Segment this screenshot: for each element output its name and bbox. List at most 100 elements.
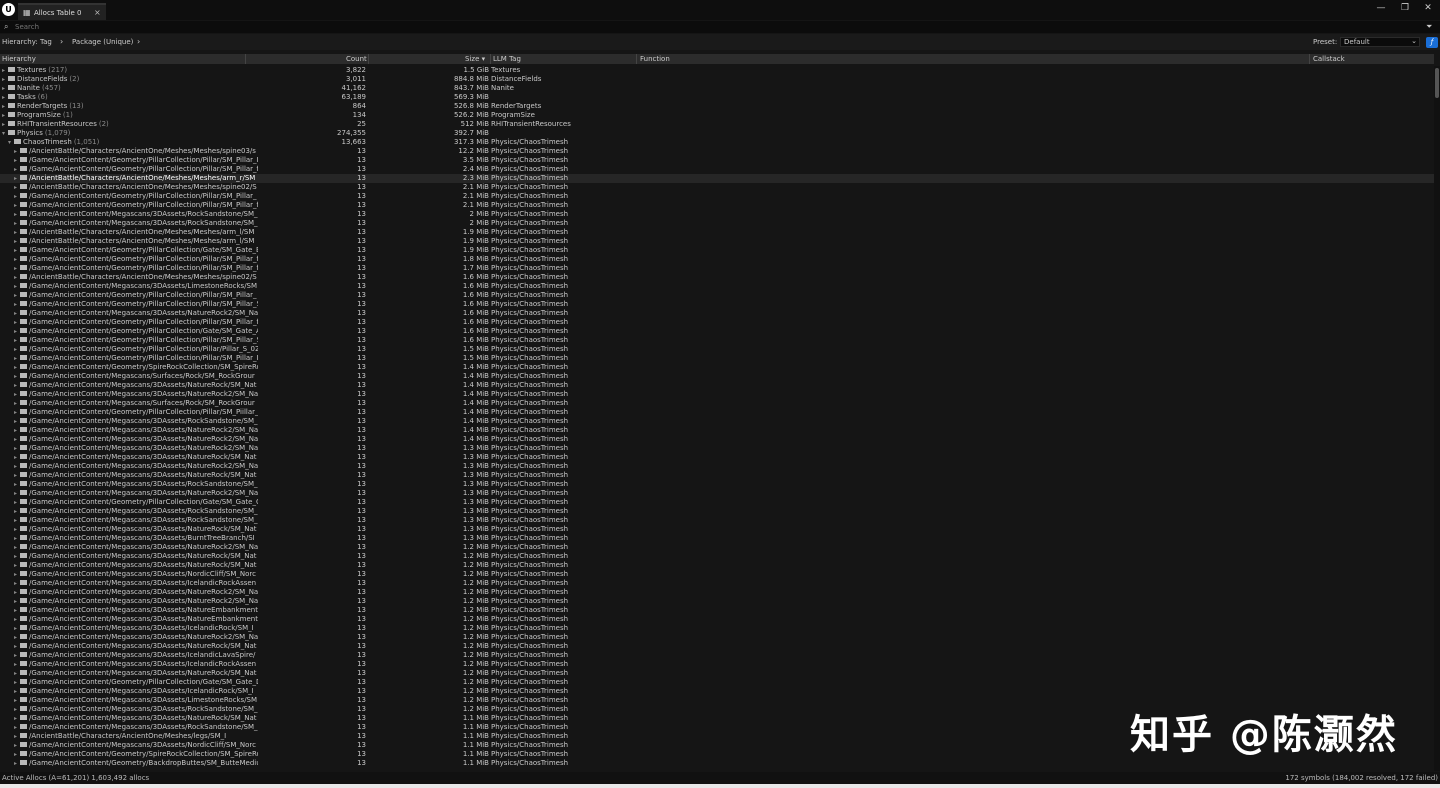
table-row[interactable]: ▸/Game/AncientContent/Geometry/PillarCol… (0, 255, 1434, 264)
table-row[interactable]: ▸/Game/AncientContent/Megascans/3DAssets… (0, 516, 1434, 525)
table-row[interactable]: ▸/Game/AncientContent/Geometry/PillarCol… (0, 165, 1434, 174)
column-function[interactable]: Function (640, 55, 670, 63)
table-row[interactable]: ▸/Game/AncientContent/Megascans/3DAssets… (0, 669, 1434, 678)
table-row[interactable]: ▸/Game/AncientContent/Geometry/PillarCol… (0, 192, 1434, 201)
table-row[interactable]: ▸/Game/AncientContent/Megascans/3DAssets… (0, 687, 1434, 696)
table-row[interactable]: ▸/Game/AncientContent/Geometry/PillarCol… (0, 408, 1434, 417)
hierarchy-item-tag[interactable]: Tag (40, 38, 52, 46)
table-row[interactable]: ▸/Game/AncientContent/Megascans/3DAssets… (0, 606, 1434, 615)
table-row[interactable]: ▸/Game/AncientContent/Geometry/PillarCol… (0, 246, 1434, 255)
table-row[interactable]: ▸/Game/AncientContent/Geometry/PillarCol… (0, 327, 1434, 336)
filter-icon[interactable]: ⏷ (1426, 22, 1432, 32)
table-row[interactable]: ▸/Game/AncientContent/Geometry/PillarCol… (0, 300, 1434, 309)
table-row[interactable]: ▸/Game/AncientContent/Megascans/3DAssets… (0, 210, 1434, 219)
hierarchy-item-package[interactable]: Package (Unique) (72, 38, 133, 46)
table-row[interactable]: ▸ RenderTargets (13) 864 526.8 MiB RenderTarg… (0, 102, 1434, 111)
table-row[interactable]: ▸/Game/AncientContent/Megascans/3DAssets… (0, 633, 1434, 642)
table-row[interactable]: ▸/Game/AncientContent/Megascans/3DAssets… (0, 435, 1434, 444)
preset-dropdown[interactable]: Default ⌄ (1340, 37, 1420, 47)
table-row[interactable]: ▸/Game/AncientContent/Megascans/3DAssets… (0, 543, 1434, 552)
restore-button[interactable]: ❐ (1398, 3, 1412, 13)
table-row[interactable]: ▸/Game/AncientContent/Geometry/PillarCol… (0, 678, 1434, 687)
table-row[interactable]: ▸/Game/AncientContent/Megascans/3DAssets… (0, 624, 1434, 633)
table-row[interactable]: ▸/Game/AncientContent/Geometry/PillarCol… (0, 156, 1434, 165)
table-row[interactable]: ▸/Game/AncientContent/Megascans/3DAssets… (0, 282, 1434, 291)
table-row[interactable]: ▸ Tasks (6) 63,189 569.3 MiB (0, 93, 1434, 102)
table-row[interactable]: ▸/Game/AncientContent/Megascans/3DAssets… (0, 660, 1434, 669)
row-size: 1.1 MiB (462, 759, 489, 767)
close-window-button[interactable]: ✕ (1421, 3, 1435, 13)
table-row[interactable]: ▸/Game/AncientContent/Megascans/3DAssets… (0, 525, 1434, 534)
minimize-button[interactable]: — (1374, 3, 1388, 13)
table-row[interactable]: ▸/AncientBattle/Characters/AncientOne/Me… (0, 273, 1434, 282)
table-row[interactable]: ▸/AncientBattle/Characters/AncientOne/Me… (0, 237, 1434, 246)
table-row[interactable]: ▾ ChaosTrimesh (1,051) 13,663 317.3 MiB Physi… (0, 138, 1434, 147)
table-row[interactable]: ▸ DistanceFields (2) 3,011 884.8 MiB Distance… (0, 75, 1434, 84)
table-row[interactable]: ▸/Game/AncientContent/Geometry/PillarCol… (0, 336, 1434, 345)
column-divider[interactable] (1309, 54, 1310, 64)
column-divider[interactable] (245, 54, 246, 64)
table-row[interactable]: ▸/Game/AncientContent/Megascans/3DAssets… (0, 309, 1434, 318)
table-row[interactable]: ▸/Game/AncientContent/Megascans/3DAssets… (0, 534, 1434, 543)
table-row[interactable]: ▸/Game/AncientContent/Megascans/3DAssets… (0, 642, 1434, 651)
vertical-scrollbar[interactable] (1434, 66, 1440, 771)
search-input[interactable] (15, 21, 1415, 33)
table-row[interactable]: ▸/Game/AncientContent/Megascans/3DAssets… (0, 426, 1434, 435)
table-row[interactable]: ▸ RHITransientResources (2) 25 512 MiB RHITra… (0, 120, 1434, 129)
table-row[interactable]: ▸/Game/AncientContent/Megascans/3DAssets… (0, 480, 1434, 489)
column-hierarchy[interactable]: Hierarchy (2, 55, 36, 63)
table-row[interactable]: ▸/Game/AncientContent/Megascans/3DAssets… (0, 471, 1434, 480)
table-row[interactable]: ▾ Physics (1,079) 274,355 392.7 MiB (0, 129, 1434, 138)
table-row[interactable]: ▸/AncientBattle/Characters/AncientOne/Me… (0, 183, 1434, 192)
table-row[interactable]: ▸/Game/AncientContent/Megascans/3DAssets… (0, 570, 1434, 579)
column-count[interactable]: Count (346, 55, 367, 63)
tab-close-icon[interactable]: × (94, 8, 101, 17)
table-row[interactable]: ▸/AncientBattle/Characters/AncientOne/Me… (0, 228, 1434, 237)
table-row[interactable]: ▸/Game/AncientContent/Geometry/SpireRock… (0, 363, 1434, 372)
column-llm-tag[interactable]: LLM Tag (493, 55, 521, 63)
tab-allocs-table[interactable]: ▦ Allocs Table 0 × (18, 3, 106, 20)
table-row[interactable]: ▸/Game/AncientContent/Megascans/3DAssets… (0, 444, 1434, 453)
table-row[interactable]: ▸/Game/AncientContent/Megascans/3DAssets… (0, 615, 1434, 624)
column-size[interactable]: Size ▾ (465, 55, 485, 63)
table-row[interactable]: ▸/Game/AncientContent/Geometry/PillarCol… (0, 201, 1434, 210)
table-row[interactable]: ▸/Game/AncientContent/Megascans/3DAssets… (0, 561, 1434, 570)
table-row[interactable]: ▸ Nanite (457) 41,162 843.7 MiB Nanite (0, 84, 1434, 93)
table-row[interactable]: ▸/Game/AncientContent/Geometry/BackdropB… (0, 759, 1434, 768)
column-divider[interactable] (368, 54, 369, 64)
table-row[interactable]: ▸/Game/AncientContent/Geometry/PillarCol… (0, 345, 1434, 354)
table-row[interactable]: ▸/Game/AncientContent/Megascans/3DAssets… (0, 381, 1434, 390)
row-hierarchy-cell: ▸/Game/AncientContent/Geometry/PillarCol… (0, 345, 258, 354)
table-row[interactable]: ▸/AncientBattle/Characters/AncientOne/Me… (0, 174, 1434, 183)
table-row[interactable]: ▸/Game/AncientContent/Geometry/PillarCol… (0, 354, 1434, 363)
table-row[interactable]: ▸/Game/AncientContent/Megascans/3DAssets… (0, 417, 1434, 426)
table-row[interactable]: ▸/Game/AncientContent/Megascans/3DAssets… (0, 507, 1434, 516)
table-row[interactable]: ▸/Game/AncientContent/Megascans/3DAssets… (0, 489, 1434, 498)
table-row[interactable]: ▸/Game/AncientContent/Geometry/PillarCol… (0, 318, 1434, 327)
table-row[interactable]: ▸/Game/AncientContent/Megascans/Surfaces… (0, 399, 1434, 408)
table-row[interactable]: ▸ ProgramSize (1) 134 526.2 MiB ProgramSize (0, 111, 1434, 120)
column-callstack[interactable]: Callstack (1313, 55, 1345, 63)
table-row[interactable]: ▸/Game/AncientContent/Megascans/3DAssets… (0, 390, 1434, 399)
table-row[interactable]: ▸/Game/AncientContent/Megascans/3DAssets… (0, 219, 1434, 228)
table-row[interactable]: ▸/Game/AncientContent/Megascans/3DAssets… (0, 597, 1434, 606)
table-row[interactable]: ▸/Game/AncientContent/Megascans/3DAssets… (0, 453, 1434, 462)
table-row[interactable]: ▸/Game/AncientContent/Megascans/3DAssets… (0, 651, 1434, 660)
chevron-right-icon[interactable]: › (137, 37, 140, 46)
table-row[interactable]: ▸/Game/AncientContent/Megascans/3DAssets… (0, 579, 1434, 588)
function-button[interactable]: ƒ (1426, 37, 1438, 48)
table-row[interactable]: ▸/Game/AncientContent/Geometry/PillarCol… (0, 291, 1434, 300)
column-divider[interactable] (490, 54, 491, 64)
table-row[interactable]: ▸/Game/AncientContent/Geometry/PillarCol… (0, 498, 1434, 507)
table-row[interactable]: ▸/Game/AncientContent/Megascans/3DAssets… (0, 552, 1434, 561)
table-row[interactable]: ▸/Game/AncientContent/Megascans/Surfaces… (0, 372, 1434, 381)
table-row[interactable]: ▸/Game/AncientContent/Geometry/PillarCol… (0, 264, 1434, 273)
row-count: 13 (357, 237, 366, 245)
column-divider[interactable] (636, 54, 637, 64)
table-row[interactable]: ▸ Textures (217) 3,822 1.5 GiB Textures (0, 66, 1434, 75)
table-row[interactable]: ▸/Game/AncientContent/Megascans/3DAssets… (0, 462, 1434, 471)
row-name: /AncientBattle/Characters/AncientOne/Mes… (29, 174, 256, 182)
scrollbar-thumb[interactable] (1435, 68, 1439, 98)
table-row[interactable]: ▸/Game/AncientContent/Megascans/3DAssets… (0, 588, 1434, 597)
table-row[interactable]: ▸/AncientBattle/Characters/AncientOne/Me… (0, 147, 1434, 156)
